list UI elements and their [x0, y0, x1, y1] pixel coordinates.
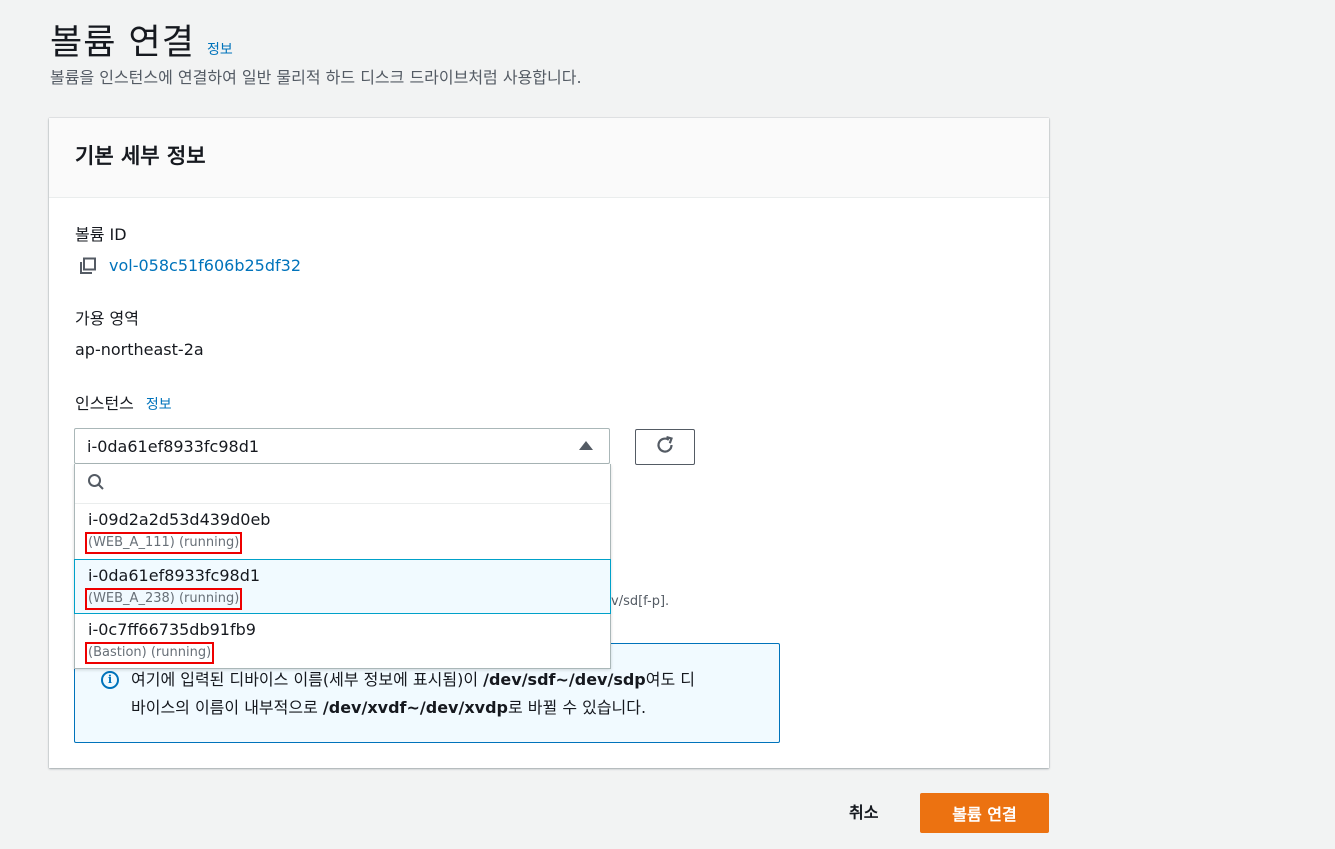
alert-text: 여기에 입력된 디바이스 이름(세부 정보에 표시됨)이 /dev/sdf~/d… — [131, 666, 755, 722]
alert-bold-device-range: /dev/sdf~/dev/sdp — [483, 670, 646, 689]
alert-text-part4: 로 바뀔 수 있습니다. — [507, 698, 647, 717]
basic-details-panel: 기본 세부 정보 볼륨 ID vol-058c51f606b25df32 가용 … — [49, 118, 1049, 768]
option-instance-tag: (Bastion) (running) — [85, 642, 215, 664]
page-info-link[interactable]: 정보 — [207, 39, 233, 59]
panel-header: 기본 세부 정보 — [49, 118, 1049, 198]
copy-icon[interactable] — [79, 257, 97, 275]
page-header: 볼륨 연결 정보 — [50, 14, 233, 65]
dropdown-option[interactable]: i-0c7ff66735db91fb9 (Bastion) (running) — [75, 614, 610, 669]
alert-bold-xvd-range: /dev/xvdf~/dev/xvdp — [322, 698, 508, 717]
option-instance-id: i-0da61ef8933fc98d1 — [88, 566, 261, 585]
page-description: 볼륨을 인스턴스에 연결하여 일반 물리적 하드 디스크 드라이브처럼 사용합니… — [50, 68, 582, 87]
volume-id-label: 볼륨 ID — [75, 225, 127, 244]
caret-up-icon — [579, 441, 593, 450]
az-label: 가용 영역 — [75, 309, 139, 328]
az-value: ap-northeast-2a — [75, 340, 204, 359]
instance-select-value: i-0da61ef8933fc98d1 — [87, 436, 260, 456]
option-instance-tag: (WEB_A_111) (running) — [85, 532, 243, 554]
instance-dropdown: i-09d2a2d53d439d0eb (WEB_A_111) (running… — [74, 464, 611, 669]
dropdown-search-input[interactable] — [113, 474, 610, 493]
refresh-button[interactable] — [635, 429, 695, 465]
refresh-icon — [654, 434, 676, 460]
search-icon — [87, 473, 105, 495]
volume-id-link[interactable]: vol-058c51f606b25df32 — [109, 256, 301, 275]
info-icon: i — [101, 671, 119, 689]
instance-label: 인스턴스 — [75, 394, 134, 413]
dropdown-search[interactable] — [75, 464, 610, 504]
option-instance-tag: (WEB_A_238) (running) — [85, 588, 243, 610]
dropdown-option[interactable]: i-09d2a2d53d439d0eb (WEB_A_111) (running… — [75, 504, 610, 559]
volume-id-row: vol-058c51f606b25df32 — [79, 256, 301, 275]
alert-text-part2: 여도 디 — [645, 670, 695, 689]
attach-volume-button[interactable]: 볼륨 연결 — [920, 793, 1049, 833]
page-title: 볼륨 연결 — [50, 23, 195, 63]
alert-text-part1: 여기에 입력된 디바이스 이름(세부 정보에 표시됨)이 — [131, 670, 484, 689]
panel-title: 기본 세부 정보 — [75, 144, 206, 168]
alert-text-part3: 바이스의 이름이 내부적으로 — [131, 698, 323, 717]
device-name-hint: ev/sd[f-p]. — [603, 594, 670, 609]
instance-select[interactable]: i-0da61ef8933fc98d1 — [74, 428, 610, 464]
option-instance-id: i-09d2a2d53d439d0eb — [88, 510, 271, 529]
instance-info-link[interactable]: 정보 — [146, 394, 172, 414]
option-instance-id: i-0c7ff66735db91fb9 — [88, 620, 256, 639]
cancel-button[interactable]: 취소 — [849, 799, 878, 823]
dropdown-option-selected[interactable]: i-0da61ef8933fc98d1 (WEB_A_238) (running… — [74, 559, 611, 614]
instance-label-row: 인스턴스 정보 — [75, 390, 172, 414]
